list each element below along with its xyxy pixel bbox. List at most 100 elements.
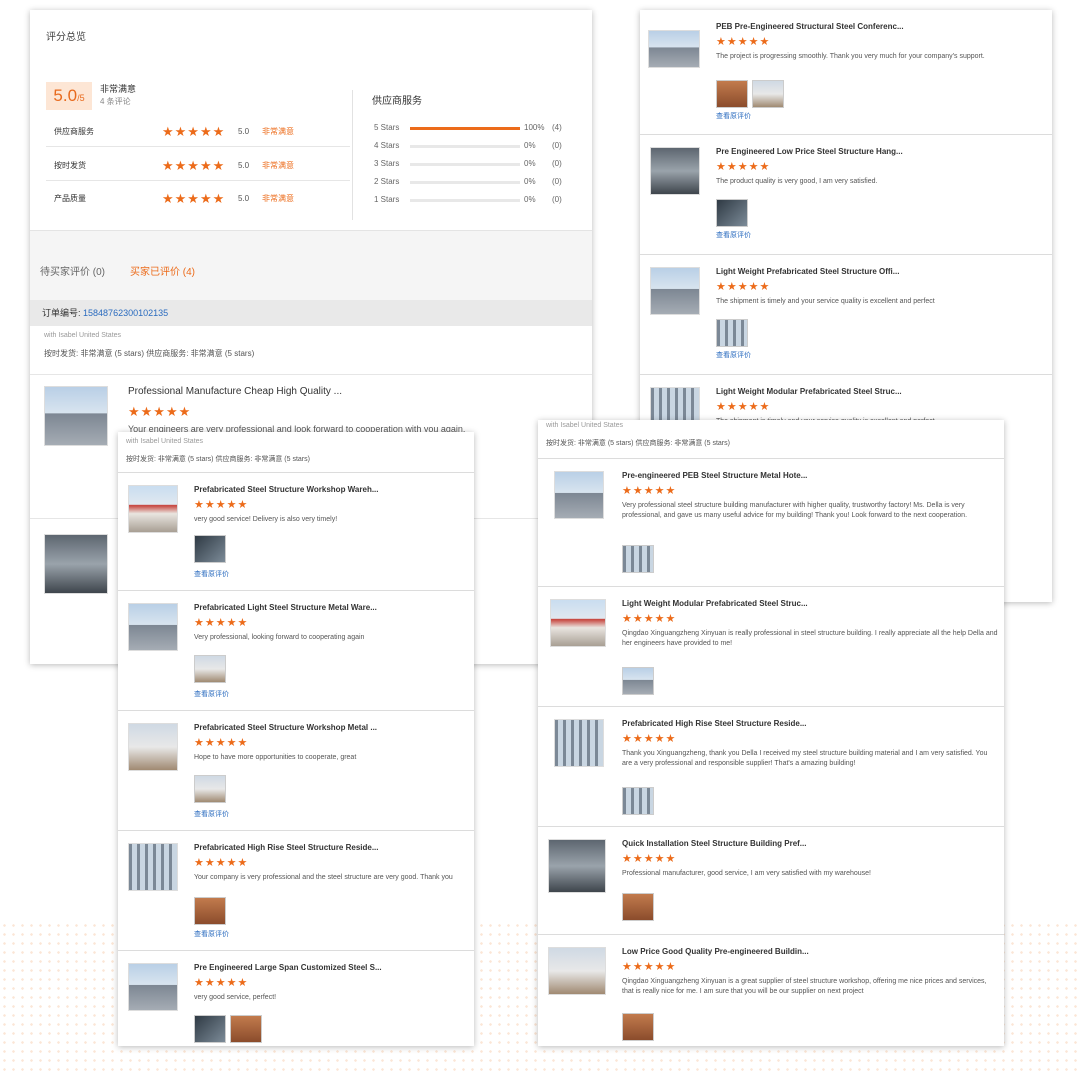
order-number-link[interactable]: 15848762300102135 [83,308,168,318]
star-rating-icon: ★★★★★ [194,617,249,629]
distribution-label: 2 Stars [374,177,400,186]
distribution-percent: 0% [524,141,536,150]
review-tabs: 待买家评价 (0) 买家已评价 (4) [30,230,592,301]
summary-title: 评分总览 [46,32,86,43]
order-bar: 订单编号: 15848762300102135 [30,300,592,326]
score-suffix: /5 [77,93,85,103]
score-value: 5.0 [53,86,78,105]
star-rating-icon: ★★★★★ [716,281,771,293]
review-card: Low Price Good Quality Pre-engineered Bu… [538,934,1004,1046]
review-photo[interactable] [716,80,748,108]
star-rating-icon: ★★★★★ [162,124,226,139]
view-original-link[interactable]: 查看原评价 [716,350,751,360]
product-title[interactable]: Light Weight Modular Prefabricated Steel… [622,599,808,608]
product-title[interactable]: PEB Pre-Engineered Structural Steel Conf… [716,22,904,31]
review-comment: Hope to have more opportunities to coope… [194,754,357,761]
product-thumbnail[interactable] [128,843,178,891]
product-title[interactable]: Pre-engineered PEB Steel Structure Metal… [622,471,807,480]
review-photo[interactable] [622,667,654,695]
reviews-panel-c: with Isabel United States 按时发货: 非常满意 (5 … [118,432,474,1046]
star-rating-icon: ★★★★★ [194,857,249,869]
rating-score: 5.0 [238,194,250,203]
buyer-info: with Isabel United States [126,438,204,445]
divider [352,90,353,220]
product-title[interactable]: Professional Manufacture Cheap High Qual… [128,386,342,397]
distribution-percent: 0% [524,195,536,204]
view-original-link[interactable]: 查看原评价 [716,111,751,121]
rating-label: 供应商服务 [54,127,94,136]
buyer-rating: 按时发货: 非常满意 (5 stars) 供应商服务: 非常满意 (5 star… [126,456,310,463]
product-title[interactable]: Prefabricated High Rise Steel Structure … [194,843,379,852]
distribution-bar [410,145,520,148]
product-thumbnail[interactable] [548,947,606,995]
product-title[interactable]: Light Weight Modular Prefabricated Steel… [716,387,902,396]
product-thumbnail[interactable] [650,267,700,315]
review-photo[interactable] [716,199,748,227]
review-photo[interactable] [622,545,654,573]
product-title[interactable]: Prefabricated Steel Structure Workshop W… [194,485,379,494]
view-original-link[interactable]: 查看原评价 [194,809,229,819]
review-photo[interactable] [194,897,226,925]
product-thumbnail[interactable] [554,719,604,767]
review-photo[interactable] [752,80,784,108]
product-thumbnail[interactable] [44,534,108,594]
distribution-label: 4 Stars [374,141,400,150]
distribution-bar-fill [410,127,520,130]
distribution-row: 4 Stars 0% (0) [374,138,574,154]
product-title[interactable]: Prefabricated High Rise Steel Structure … [622,719,807,728]
review-photo[interactable] [194,535,226,563]
distribution-bar [410,199,520,202]
product-thumbnail[interactable] [128,723,178,771]
product-title[interactable]: Low Price Good Quality Pre-engineered Bu… [622,947,809,956]
review-card: Prefabricated Steel Structure Workshop M… [118,710,474,831]
view-original-link[interactable]: 查看原评价 [194,569,229,579]
distribution-percent: 100% [524,123,545,132]
product-thumbnail[interactable] [128,963,178,1011]
distribution-count: (4) [552,123,562,132]
product-title[interactable]: Prefabricated Steel Structure Workshop M… [194,723,377,732]
distribution-percent: 0% [524,159,536,168]
divider [30,374,592,375]
star-rating-icon: ★★★★★ [128,404,192,419]
product-title[interactable]: Pre Engineered Large Span Customized Ste… [194,963,382,972]
product-title[interactable]: Prefabricated Light Steel Structure Meta… [194,603,377,612]
review-card: Prefabricated High Rise Steel Structure … [118,830,474,951]
review-photo[interactable] [622,893,654,921]
product-thumbnail[interactable] [44,386,108,446]
tab-buyer-reviews[interactable]: 买家已评价 (4) [130,263,195,278]
review-comment: Very professional steel structure buildi… [622,502,968,519]
review-photo[interactable] [622,787,654,815]
review-comment: Your company is very professional and th… [194,874,453,881]
product-title[interactable]: Pre Engineered Low Price Steel Structure… [716,147,903,156]
product-thumbnail[interactable] [648,30,700,68]
distribution-label: 1 Stars [374,195,400,204]
distribution-count: (0) [552,195,562,204]
review-photo[interactable] [230,1015,262,1043]
view-original-link[interactable]: 查看原评价 [194,929,229,939]
review-comment: Very professional, looking forward to co… [194,634,365,641]
review-photo[interactable] [716,319,748,347]
rating-score: 5.0 [238,161,250,170]
product-thumbnail[interactable] [128,603,178,651]
product-thumbnail[interactable] [548,839,606,893]
product-thumbnail[interactable] [650,147,700,195]
star-rating-icon: ★★★★★ [622,485,677,497]
product-thumbnail[interactable] [128,485,178,533]
product-thumbnail[interactable] [550,599,606,647]
distribution-row: 2 Stars 0% (0) [374,174,574,190]
distribution-bar [410,181,520,184]
product-thumbnail[interactable] [554,471,604,519]
view-original-link[interactable]: 查看原评价 [716,230,751,240]
review-card: Light Weight Modular Prefabricated Steel… [538,586,1004,707]
distribution-count: (0) [552,177,562,186]
review-photo[interactable] [194,775,226,803]
review-photo[interactable] [194,1015,226,1043]
product-title[interactable]: Light Weight Prefabricated Steel Structu… [716,267,899,276]
distribution-percent: 0% [524,177,536,186]
view-original-link[interactable]: 查看原评价 [194,689,229,699]
tab-pending-reviews[interactable]: 待买家评价 (0) [40,263,105,278]
review-photo[interactable] [622,1013,654,1041]
review-photo[interactable] [194,655,226,683]
overall-score: 5.0/5 [46,82,92,110]
product-title[interactable]: Quick Installation Steel Structure Build… [622,839,806,848]
